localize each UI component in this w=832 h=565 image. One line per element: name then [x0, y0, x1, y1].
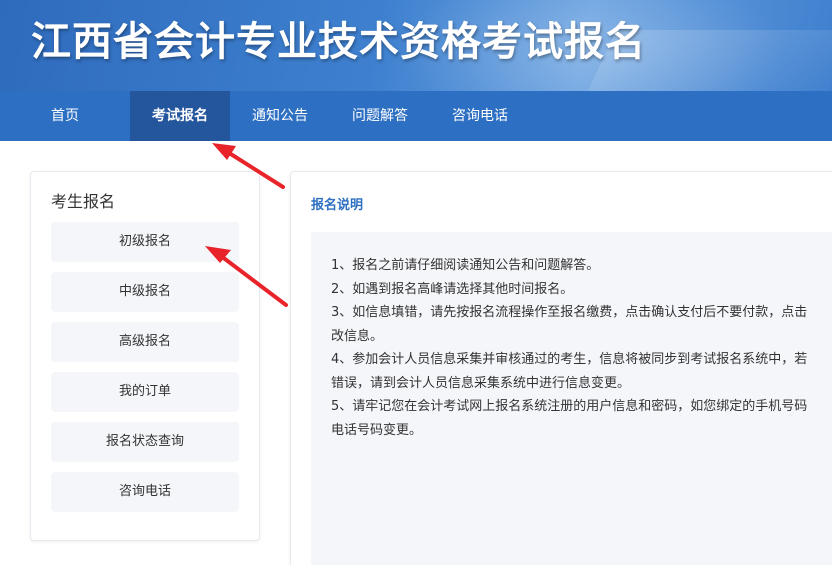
nav-item-exam-registration[interactable]: 考试报名 — [130, 91, 230, 141]
my-orders-button[interactable]: 我的订单 — [51, 372, 239, 412]
registration-status-button[interactable]: 报名状态查询 — [51, 422, 239, 462]
nav-item-home[interactable]: 首页 — [0, 91, 130, 141]
instruction-line: 电话号码变更。 — [331, 422, 423, 438]
instruction-line: 错误，请到会计人员信息采集系统中进行信息变更。 — [331, 375, 631, 391]
registration-sidebar: 考生报名 初级报名 中级报名 高级报名 我的订单 报名状态查询 咨询电话 — [30, 171, 260, 541]
instruction-line: 5、请牢记您在会计考试网上报名系统注册的用户信息和密码，如您绑定的手机号码 — [331, 399, 808, 414]
sidebar-title: 考生报名 — [51, 192, 116, 211]
nav-item-notices[interactable]: 通知公告 — [230, 91, 330, 141]
nav-item-hotline[interactable]: 咨询电话 — [430, 91, 530, 141]
instruction-line: 4、参加会计人员信息采集并审核通过的考生，信息将被同步到考试报名系统中，若 — [331, 352, 808, 367]
senior-registration-button[interactable]: 高级报名 — [51, 322, 239, 362]
instruction-line: 改信息。 — [331, 328, 384, 344]
instruction-line: 2、如遇到报名高峰请选择其他时间报名。 — [331, 281, 574, 297]
instruction-line: 3、如信息填错，请先按报名流程操作至报名缴费，点击确认支付后不要付款，点击 — [331, 305, 808, 320]
panel-title: 报名说明 — [311, 198, 364, 213]
intermediate-registration-button[interactable]: 中级报名 — [51, 272, 239, 312]
site-banner: 江西省会计专业技术资格考试报名 — [0, 0, 832, 91]
nav-item-faq[interactable]: 问题解答 — [330, 91, 430, 141]
instruction-line: 1、报名之前请仔细阅读通知公告和问题解答。 — [331, 258, 600, 273]
instructions-box: 1、报名之前请仔细阅读通知公告和问题解答。 2、如遇到报名高峰请选择其他时间报名… — [311, 232, 832, 565]
site-title: 江西省会计专业技术资格考试报名 — [31, 19, 646, 65]
main-nav: 首页 考试报名 通知公告 问题解答 咨询电话 — [0, 91, 832, 141]
sidebar-hotline-button[interactable]: 咨询电话 — [51, 472, 239, 512]
primary-registration-button[interactable]: 初级报名 — [51, 222, 239, 262]
registration-instructions-panel: 报名说明 1、报名之前请仔细阅读通知公告和问题解答。 2、如遇到报名高峰请选择其… — [290, 171, 832, 565]
